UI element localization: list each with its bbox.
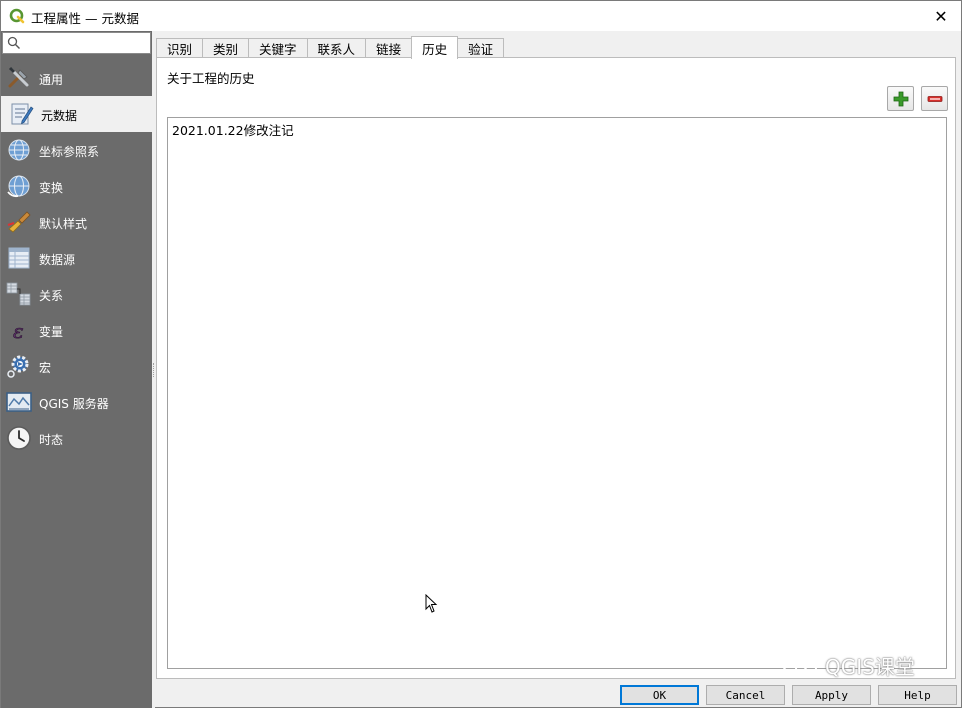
wechat-icon	[782, 653, 817, 678]
sidebar-item-relations[interactable]: 关系	[1, 276, 152, 312]
tab-keywords[interactable]: 关键字	[248, 38, 308, 58]
tab-contacts[interactable]: 联系人	[306, 38, 367, 58]
sidebar-item-label: 时态	[39, 433, 64, 447]
history-panel: 关于工程的历史 2021.01.22修改注记	[156, 57, 956, 679]
sidebar-item-label: 默认样式	[39, 217, 88, 231]
sidebar-item-qgis-server[interactable]: QGIS 服务器	[1, 384, 152, 420]
sidebar-item-general[interactable]: 通用	[1, 60, 152, 96]
metadata-tab-bar: 识别 类别 关键字 联系人 链接 历史 验证	[156, 36, 505, 59]
variable-icon: ε	[13, 319, 24, 343]
apply-button[interactable]: Apply	[792, 685, 871, 705]
minus-icon	[927, 95, 942, 102]
cancel-button[interactable]: Cancel	[706, 685, 785, 705]
watermark: QGIS课堂	[781, 651, 915, 680]
sidebar-search-input[interactable]	[2, 32, 151, 54]
tab-history[interactable]: 历史	[411, 36, 459, 59]
close-button[interactable]: ✕	[921, 1, 961, 31]
close-icon: ✕	[934, 6, 948, 26]
add-history-button[interactable]	[887, 86, 914, 111]
transform-globe-icon	[7, 175, 30, 198]
history-entry: 2021.01.22修改注记	[172, 123, 294, 138]
svg-text:ε: ε	[13, 319, 24, 343]
history-text-area[interactable]: 2021.01.22修改注记	[167, 117, 947, 669]
sidebar-item-default-styles[interactable]: 默认样式	[1, 204, 152, 240]
sidebar-item-label: 变换	[39, 181, 64, 195]
sidebar-item-label: QGIS 服务器	[39, 397, 109, 411]
sidebar-item-label: 宏	[39, 361, 52, 375]
sidebar-item-label: 数据源	[39, 253, 76, 267]
splitter-grip	[153, 363, 155, 377]
style-brush-icon	[7, 211, 31, 233]
relations-icon	[6, 282, 31, 306]
sidebar-item-label: 坐标参照系	[39, 145, 100, 159]
macro-gear-icon	[7, 355, 29, 378]
sidebar-item-temporal[interactable]: 时态	[1, 420, 152, 456]
sidebar-item-label: 元数据	[41, 109, 78, 123]
sidebar-item-label: 关系	[39, 289, 64, 303]
clock-icon	[7, 426, 31, 450]
sidebar-item-macros[interactable]: 宏	[1, 348, 152, 384]
tools-icon	[8, 66, 29, 88]
tab-categories[interactable]: 类别	[202, 38, 250, 58]
qgis-logo-icon	[9, 8, 25, 24]
window-title: 工程属性 — 元数据	[31, 11, 139, 26]
tab-links[interactable]: 链接	[365, 38, 413, 58]
server-map-icon	[6, 392, 32, 412]
history-section-label: 关于工程的历史	[167, 71, 255, 86]
help-button[interactable]: Help	[878, 685, 957, 705]
sidebar-nav-list: 通用 元数据 坐标参照系 变换 默认样式 数据源 关系 ε 变量 宏 QGIS …	[1, 60, 152, 456]
search-icon	[7, 36, 20, 49]
project-properties-dialog: 工程属性 — 元数据 ✕ 通用 元数据 坐标参照系 变换 默认样式 数据源 关系…	[0, 0, 962, 708]
sidebar-item-data-sources[interactable]: 数据源	[1, 240, 152, 276]
mouse-cursor-icon	[425, 594, 438, 613]
sidebar-item-transform[interactable]: 变换	[1, 168, 152, 204]
crs-globe-icon	[8, 139, 30, 161]
ok-button[interactable]: OK	[620, 685, 699, 705]
sidebar: 通用 元数据 坐标参照系 变换 默认样式 数据源 关系 ε 变量 宏 QGIS …	[1, 31, 152, 708]
plus-icon	[893, 91, 908, 106]
sidebar-item-crs[interactable]: 坐标参照系	[1, 132, 152, 168]
title-bar: 工程属性 — 元数据 ✕	[1, 1, 961, 31]
datasource-table-icon	[8, 247, 30, 269]
sidebar-item-metadata[interactable]: 元数据	[1, 96, 152, 132]
tab-identification[interactable]: 识别	[156, 38, 204, 58]
watermark-text: QGIS课堂	[825, 655, 915, 679]
remove-history-button[interactable]	[921, 86, 948, 111]
sidebar-item-label: 通用	[39, 73, 64, 87]
sidebar-item-label: 变量	[39, 325, 64, 339]
metadata-icon	[11, 103, 34, 125]
sidebar-item-variables[interactable]: ε 变量	[1, 312, 152, 348]
tab-validation[interactable]: 验证	[457, 38, 505, 58]
